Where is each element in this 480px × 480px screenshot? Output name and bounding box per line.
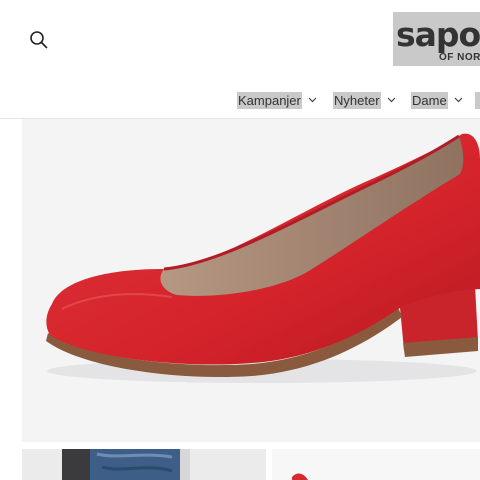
nav-item-label: Dame	[411, 91, 448, 109]
product-thumbnail-1[interactable]	[22, 449, 266, 480]
chevron-down-icon	[308, 97, 317, 103]
search-button[interactable]	[28, 29, 50, 51]
product-image-main[interactable]	[22, 119, 480, 442]
chevron-down-icon	[454, 97, 463, 103]
nav-item-nyheter[interactable]: Nyheter	[333, 90, 396, 110]
nav-item-label: Nyheter	[333, 91, 381, 109]
nav-item-overflow[interactable]	[475, 90, 480, 110]
chevron-down-icon	[387, 97, 395, 103]
nav-item-label: Kampanjer	[237, 91, 302, 109]
red-shoe-thumbnail-image	[272, 449, 480, 480]
jeans-image	[22, 449, 266, 480]
site-header: sapo OF NOR Kampanjer Nyheter Dame	[0, 0, 480, 118]
nav-item-dame[interactable]: Dame	[411, 90, 463, 110]
nav-item-overflow-marker	[475, 91, 480, 109]
brand-logo[interactable]: sapo OF NOR	[393, 12, 480, 66]
logo-wordmark: sapo	[396, 15, 480, 54]
red-pump-shoe-image	[46, 133, 480, 383]
nav-item-kampanjer[interactable]: Kampanjer	[237, 90, 317, 110]
search-icon	[30, 31, 48, 49]
product-thumbnail-2[interactable]	[272, 449, 480, 480]
logo-tagline: OF NOR	[439, 52, 480, 63]
